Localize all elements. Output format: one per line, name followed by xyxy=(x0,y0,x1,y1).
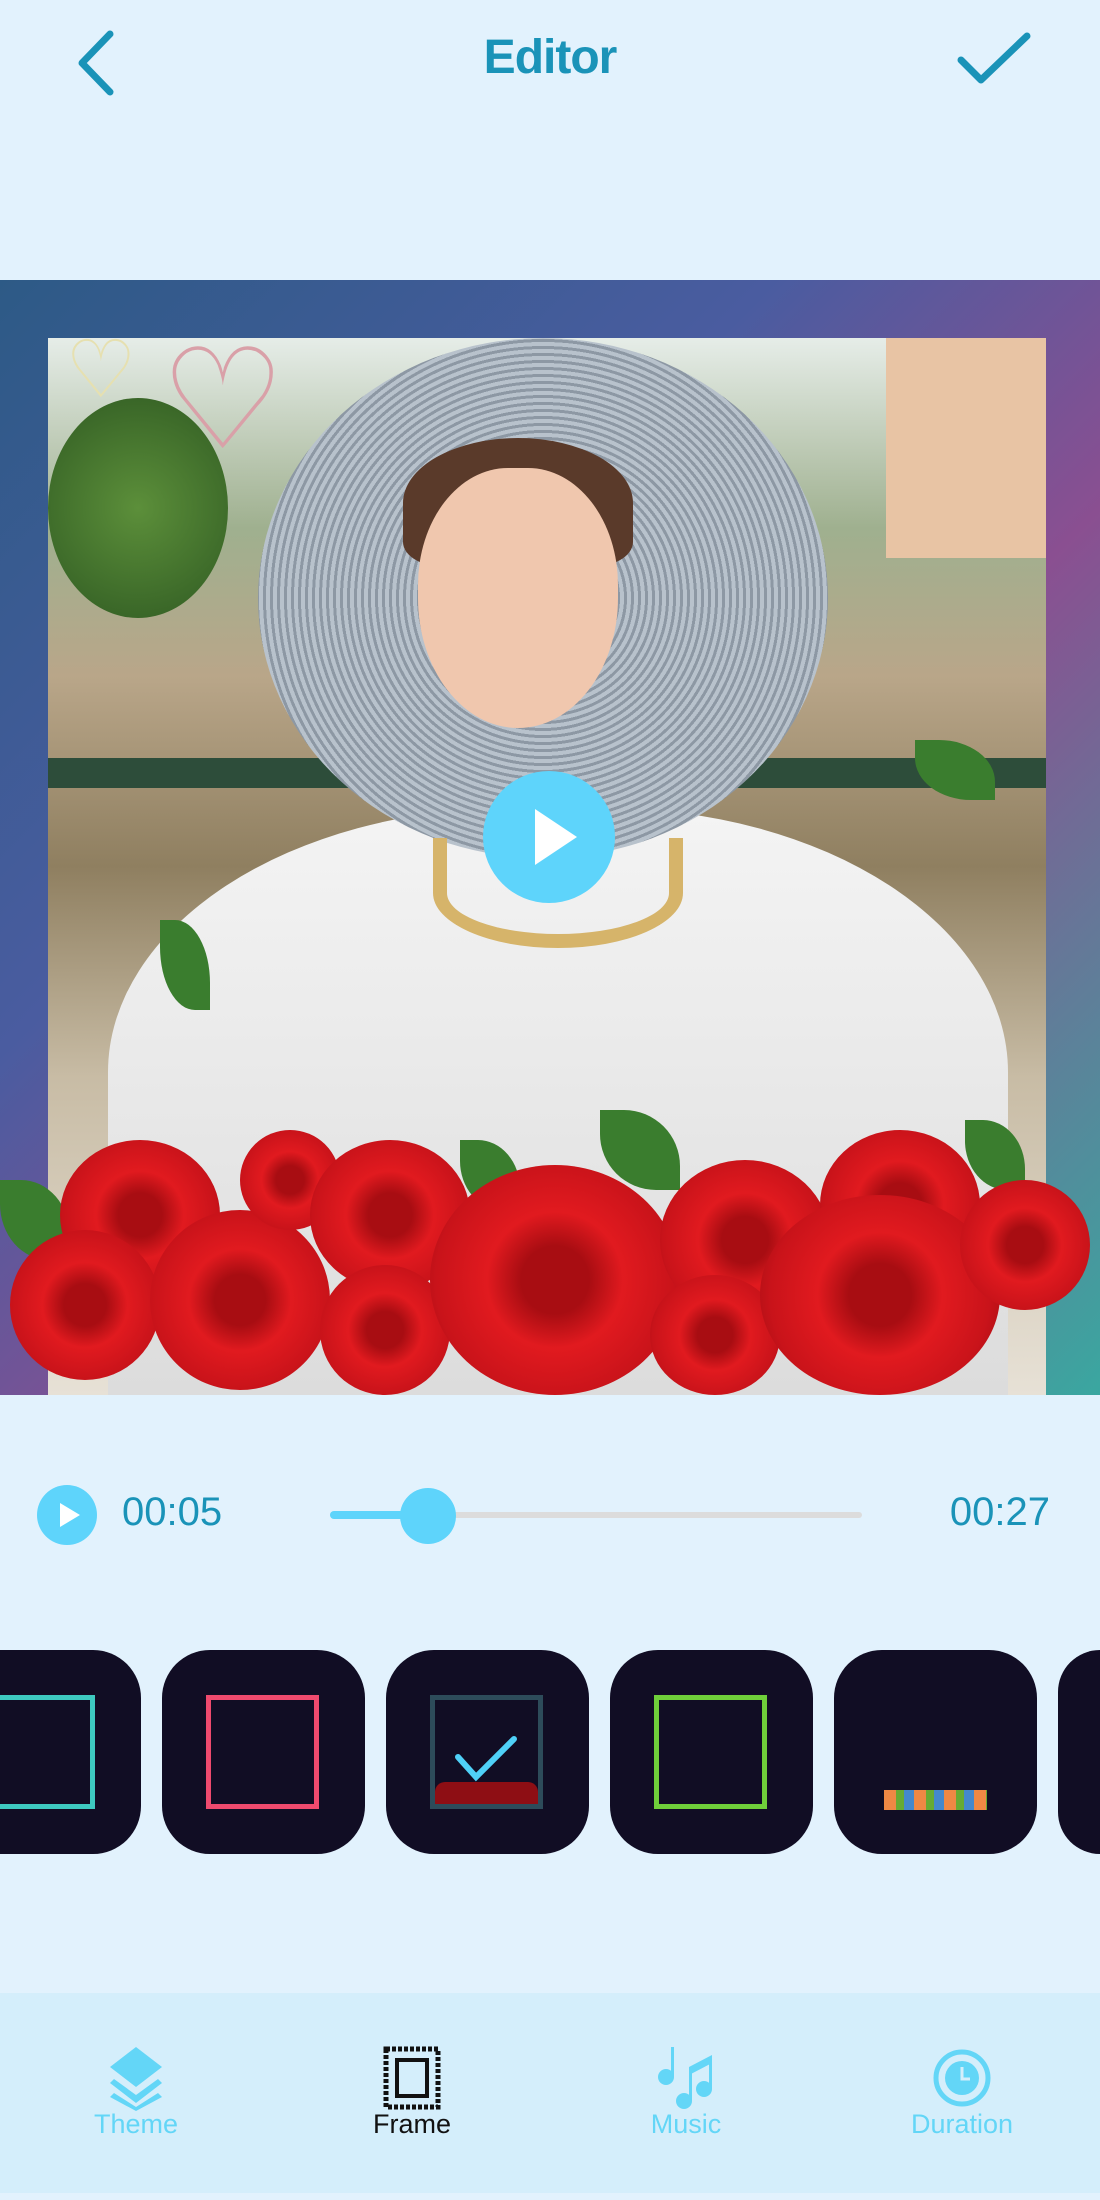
cakes-preview xyxy=(884,1790,987,1810)
heart-decoration: ♡ xyxy=(65,325,137,414)
frame-option-happy-birthday-pink-frame[interactable] xyxy=(162,1650,365,1854)
heart-decoration: ♡ xyxy=(160,321,286,478)
frame-preview xyxy=(0,1695,95,1809)
nav-label: Music xyxy=(650,2109,722,2139)
done-button[interactable] xyxy=(955,30,1035,90)
play-button[interactable] xyxy=(483,771,615,903)
face xyxy=(418,468,618,728)
nav-label: Duration xyxy=(910,2109,1014,2139)
total-time: 00:27 xyxy=(949,1490,1050,1534)
frame-preview xyxy=(654,1695,767,1809)
frame-option-frame-partial[interactable] xyxy=(1058,1650,1100,1854)
rose xyxy=(10,1230,160,1380)
frame-option-roses-frame[interactable] xyxy=(386,1650,589,1854)
nav-frame[interactable]: Frame xyxy=(312,1993,512,2193)
clock-icon xyxy=(933,2049,991,2107)
frame-option-floral-teal-frame[interactable] xyxy=(0,1650,141,1854)
layers-icon xyxy=(110,2047,162,2111)
frame-option-i-love-you-green-frame[interactable] xyxy=(610,1650,813,1854)
seek-thumb[interactable] xyxy=(400,1488,457,1544)
page-title: Editor xyxy=(483,31,618,84)
frame-icon xyxy=(383,2046,441,2110)
selected-checkmark-icon xyxy=(455,1736,517,1782)
rose xyxy=(150,1210,330,1390)
rose xyxy=(960,1180,1090,1310)
frame-preview xyxy=(206,1695,319,1809)
music-notes-icon xyxy=(658,2047,712,2109)
nav-label: Frame xyxy=(372,2109,451,2139)
nav-duration[interactable]: Duration xyxy=(862,1993,1062,2193)
bottom-nav: Theme Frame Music Duration xyxy=(0,1993,1100,2193)
checkmark-icon xyxy=(957,32,1031,84)
roses-preview xyxy=(435,1782,538,1804)
nav-music[interactable]: Music xyxy=(586,1993,786,2193)
wall xyxy=(886,338,1046,558)
nav-label: Theme xyxy=(93,2109,179,2139)
timeline-play-button[interactable] xyxy=(37,1485,97,1545)
current-time: 00:05 xyxy=(122,1490,223,1534)
nav-theme[interactable]: Theme xyxy=(36,1993,236,2193)
frame-option-birthday-cakes-frame[interactable] xyxy=(834,1650,1037,1854)
video-preview[interactable]: ♡ ♡ xyxy=(0,280,1100,1395)
rose xyxy=(430,1165,680,1395)
